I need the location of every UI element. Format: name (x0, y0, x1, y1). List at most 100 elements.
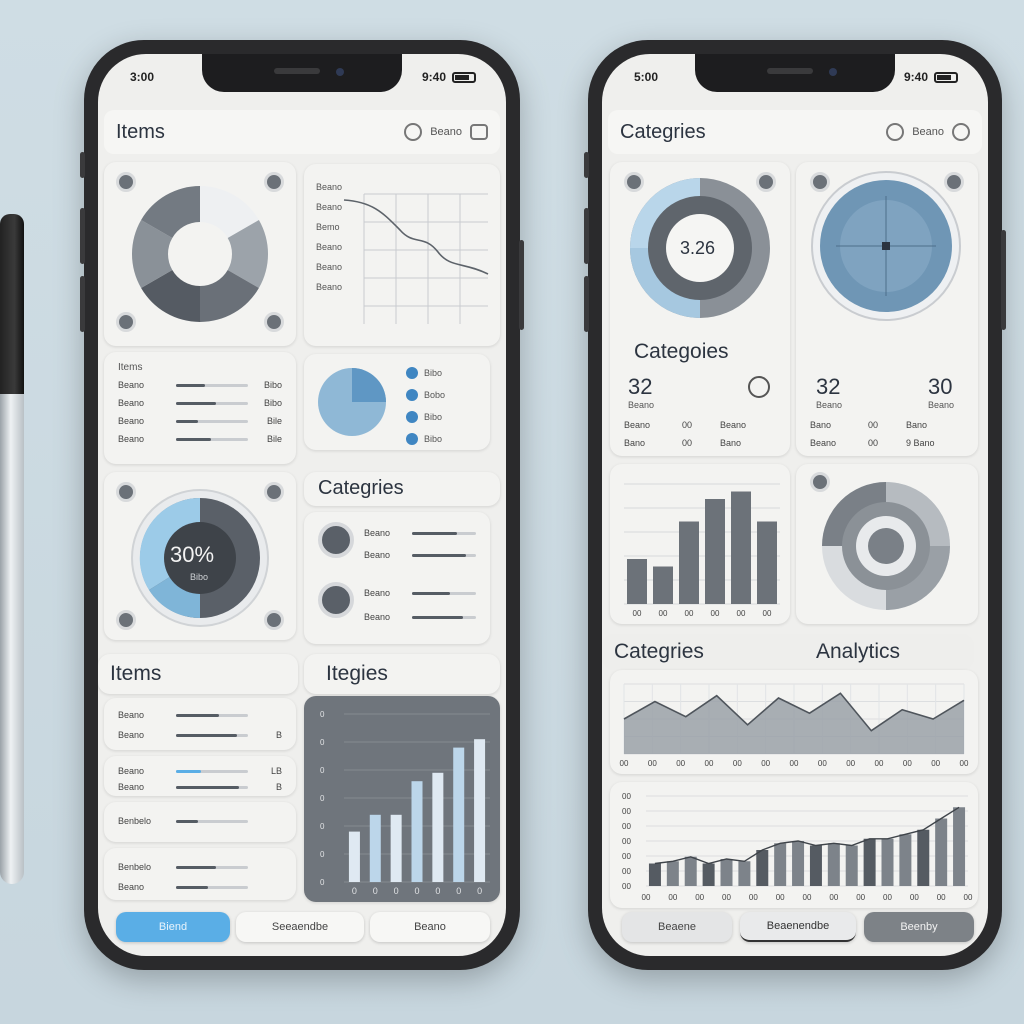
itegies-title: Itegies (326, 662, 388, 685)
legend-swatch-icon (406, 433, 418, 445)
legend-swatch-icon (406, 367, 418, 379)
status-right-text: 9:40 (903, 70, 928, 84)
speaker (767, 68, 813, 74)
phone-right: 5:00 9:40 Categries Beano 3.26 Categoies… (584, 40, 1006, 970)
list-item-value: Bibo (263, 398, 282, 408)
header-tools: Beano (886, 123, 970, 141)
item-row[interactable]: Benbelo (118, 862, 282, 872)
donut-card[interactable] (104, 162, 296, 346)
user-icon[interactable] (886, 123, 905, 141)
item-row[interactable]: Benbelo (118, 816, 282, 826)
phone-volume-down (80, 276, 85, 332)
gauge-card[interactable]: 3.26 Categoies 32 Beano Beano 00 Beano Ban… (610, 162, 790, 456)
bar-chart-card[interactable]: 00 00 00 00 00 00 (610, 464, 790, 624)
radar-card[interactable]: 32 Beano 30 Beano Bano 00 Bano Beano 00 9 Ba… (796, 162, 978, 456)
phone-mute-switch (584, 152, 589, 178)
list-item[interactable]: Beano Bile (118, 434, 282, 444)
dial-card[interactable] (796, 464, 978, 624)
secondary-button[interactable]: Seeaendbe (236, 912, 364, 942)
bar (809, 845, 822, 886)
secondary-button[interactable]: Beaene (622, 912, 732, 942)
list-card[interactable]: Items Beano Bibo Beano Bibo Beano Bile Bean… (104, 352, 296, 464)
primary-button[interactable]: Biend (116, 912, 230, 942)
bar (720, 859, 733, 886)
category-row[interactable]: Beano (364, 550, 476, 560)
stat-row-label: 9 Bano (906, 438, 935, 448)
header-tool-label[interactable]: Beano (912, 126, 944, 138)
legend-item: Bibo (406, 362, 445, 384)
y-tick-label: 00 (622, 837, 631, 846)
item-row[interactable]: Beano (118, 882, 282, 892)
settings-icon[interactable] (952, 123, 970, 141)
list-item[interactable]: Beano Bibo (118, 398, 282, 408)
bar-chart-card[interactable]: 00 00 00 00 00 00 00 00 00 00 00 00 00 00 00 00 00 00 00 00 (610, 782, 978, 908)
axis-label: Beano (316, 282, 343, 292)
item-row[interactable]: Beano B (118, 782, 282, 792)
x-tick-label: 00 (676, 759, 685, 768)
list-item[interactable]: Beano Bibo (118, 380, 282, 390)
item-row[interactable]: Beano B (118, 730, 282, 740)
user-icon[interactable] (404, 123, 423, 141)
screen-right: 5:00 9:40 Categries Beano 3.26 Categoies… (602, 54, 988, 956)
category-row[interactable]: Beano (364, 612, 476, 622)
item-row[interactable]: Beano (118, 710, 282, 720)
x-tick-label: 00 (633, 609, 642, 618)
item-row-value: LB (270, 766, 282, 776)
category-row-label: Beano (364, 588, 391, 598)
list-item-label: Beano (118, 398, 145, 408)
category-row-bar (412, 591, 476, 595)
stat-number: 32 (628, 374, 653, 399)
list-item[interactable] (104, 698, 296, 750)
bar (348, 831, 360, 882)
tertiary-button[interactable]: Beano (370, 912, 490, 942)
list-item-value: Bile (266, 434, 282, 444)
x-tick-label: 00 (790, 759, 799, 768)
item-row[interactable]: Beano LB (118, 766, 282, 776)
bar (679, 521, 699, 604)
bar (792, 841, 805, 886)
bar (453, 747, 465, 882)
legend-label: Bibo (424, 412, 443, 422)
x-tick-label: 00 (960, 759, 969, 768)
categories-list-card[interactable]: Beano Beano Beano Beano (304, 512, 490, 644)
x-tick-label: 00 (903, 759, 912, 768)
header-tool-label[interactable]: Beano (430, 126, 462, 138)
ring-value: 30% (170, 542, 215, 567)
category-row-label: Beano (364, 612, 391, 622)
bar (953, 807, 966, 886)
category-row[interactable]: Beano (364, 588, 476, 598)
bar-chart-card[interactable]: 0 0 0 0 0 0 0 0 0 0 0 0 0 0 (304, 696, 500, 902)
status-right-text: 9:40 (421, 70, 446, 84)
x-tick-label: 00 (964, 893, 973, 902)
stat-label: Beano (928, 400, 955, 410)
concentric-dial (822, 482, 950, 610)
items-header-card: Items (98, 654, 298, 694)
line-chart-card[interactable]: Beano Beano Bemo Beano Beano Beano (304, 164, 500, 346)
active-tab-button[interactable]: Beaenendbe (740, 912, 856, 942)
stat-label: Beano (816, 400, 843, 410)
trend-line (654, 806, 960, 865)
stat-row-label: Beano (624, 420, 651, 430)
bar (738, 861, 751, 886)
stat-row-value: 00 (682, 420, 693, 430)
battery-icon (452, 71, 476, 83)
area-chart-card[interactable]: 00 00 00 00 00 00 00 00 00 00 00 00 00 (610, 670, 978, 774)
x-tick-label: 00 (737, 609, 746, 618)
category-row-label: Beano (364, 550, 391, 560)
ring-progress-card[interactable]: 30% Bibo (104, 472, 296, 640)
list-item[interactable]: Beano Bile (118, 416, 282, 426)
y-tick-label: 00 (622, 792, 631, 801)
category-row[interactable]: Beano (364, 528, 476, 538)
primary-button[interactable]: Beenby (864, 912, 974, 942)
x-tick-label: 00 (749, 893, 758, 902)
app-header: Items Beano (104, 110, 500, 154)
axis-label: Beano (316, 262, 343, 272)
menu-icon[interactable] (470, 124, 488, 140)
y-tick-label: 0 (320, 794, 325, 803)
pie-legend-card[interactable]: Bibo Bobo Bibo Bibo (304, 354, 490, 450)
bar (881, 838, 894, 886)
list-item[interactable] (104, 848, 296, 900)
x-tick-label: 00 (761, 759, 770, 768)
status-time: 3:00 (130, 70, 155, 84)
list-item-label: Beano (118, 416, 145, 426)
